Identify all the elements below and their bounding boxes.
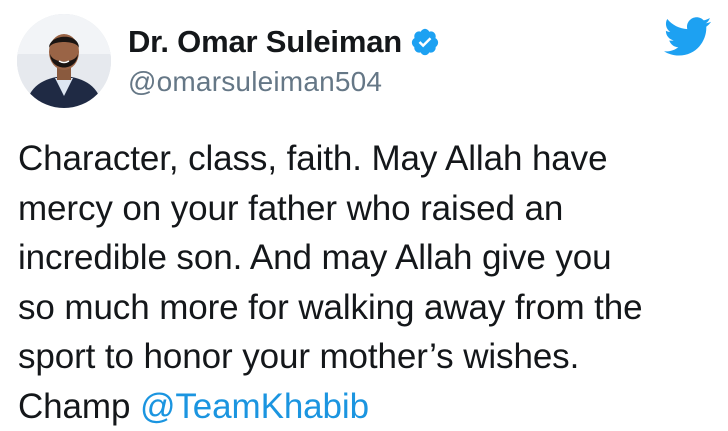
mention-link[interactable]: @TeamKhabib: [140, 387, 369, 426]
tweet-text-prefix: Champ: [18, 387, 140, 426]
tweet-text-line: Character, class, faith. May Allah have: [18, 134, 718, 184]
tweet-text: Character, class, faith. May Allah have …: [18, 134, 718, 431]
tweet-text-line: mercy on your father who raised an: [18, 184, 718, 234]
avatar-photo-icon: [17, 14, 111, 108]
tweet-text-line: so much more for walking away from the: [18, 283, 718, 333]
author-name-row: Dr. Omar Suleiman: [128, 24, 440, 60]
verified-badge-icon: [410, 27, 440, 57]
author-avatar[interactable]: [17, 14, 111, 108]
tweet-text-line: incredible son. And may Allah give you: [18, 233, 718, 283]
twitter-bird-icon[interactable]: [664, 17, 712, 57]
author-display-name[interactable]: Dr. Omar Suleiman: [128, 24, 402, 60]
author-handle[interactable]: @omarsuleiman504: [128, 66, 382, 98]
tweet-card: Dr. Omar Suleiman @omarsuleiman504 Chara…: [0, 0, 728, 428]
tweet-text-line: sport to honor your mother’s wishes.: [18, 332, 718, 382]
tweet-text-last-line: Champ @TeamKhabib: [18, 382, 718, 431]
